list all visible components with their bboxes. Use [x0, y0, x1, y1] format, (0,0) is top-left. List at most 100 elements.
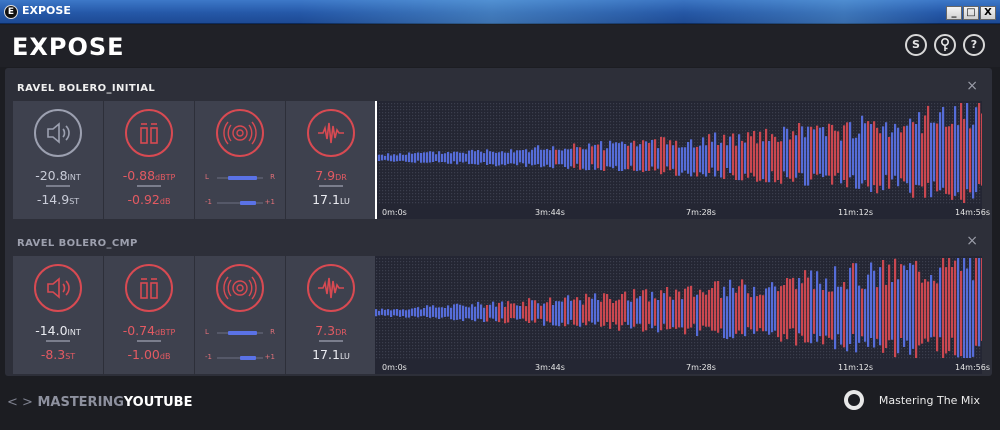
company-name: Mastering The Mix: [878, 394, 980, 407]
track-title: RAVEL BOLERO_INITIAL: [17, 83, 156, 94]
peak-bars-icon: [125, 109, 173, 157]
waveform-icon: [307, 109, 355, 157]
speaker-icon: [34, 264, 82, 312]
width-fill: [228, 176, 258, 180]
short-term-unit: ST: [65, 352, 76, 361]
settings-s-button[interactable]: S: [905, 34, 927, 56]
close-track-button[interactable]: ×: [966, 233, 978, 249]
integrated-unit: INT: [67, 328, 81, 337]
correlation-bar: -1 +1: [205, 198, 275, 208]
loudness-meter[interactable]: -14.0INT -8.3ST: [13, 256, 103, 374]
integrated-unit: INT: [67, 173, 81, 182]
divider: [46, 185, 70, 187]
sample-peak-unit: dB: [159, 352, 171, 361]
stereo-field-icon: [216, 264, 264, 312]
key-button[interactable]: [934, 34, 956, 56]
time-label: 11m:12s: [838, 208, 874, 217]
right-label: R: [270, 173, 275, 181]
time-label: 14m:56s: [955, 363, 991, 372]
lu-value: 17.1: [312, 192, 340, 207]
mastering-label: MASTERING: [37, 395, 124, 410]
sample-peak-value: -0.92: [127, 192, 160, 207]
app-icon: E: [4, 5, 18, 19]
divider: [319, 185, 343, 187]
short-term-loudness: -8.3ST: [13, 347, 103, 362]
integrated-loudness: -14.0INT: [13, 323, 103, 338]
true-peak-value: -0.74: [122, 323, 156, 338]
window-title: EXPOSE: [22, 4, 71, 17]
stereo-meter[interactable]: L R -1 +1: [195, 256, 285, 374]
loudness-timeline-graph[interactable]: 0m:0s 3m:44s 7m:28s 11m:12s 14m:56s: [375, 101, 990, 219]
stereo-meter[interactable]: L R -1 +1: [195, 101, 285, 219]
time-label: 0m:0s: [382, 208, 407, 217]
maximize-button[interactable]: □: [963, 6, 979, 20]
dynamic-range: 7.9DR: [286, 168, 376, 183]
time-label: 7m:28s: [686, 363, 716, 372]
tracks-panel: RAVEL BOLERO_INITIAL × -20.8INT -14.9ST …: [5, 68, 992, 376]
time-label: 0m:0s: [382, 363, 407, 372]
dr-unit: DR: [335, 328, 347, 337]
minimize-button[interactable]: _: [946, 6, 962, 20]
timeline-svg: [375, 101, 982, 219]
width-fill: [228, 331, 258, 335]
lu-unit: LU: [339, 197, 350, 206]
integrated-loudness: -20.8INT: [13, 168, 103, 183]
right-label: R: [270, 328, 275, 336]
sample-peak-unit: dB: [159, 197, 171, 206]
dynamics-meter[interactable]: 7.9DR 17.1LU: [286, 101, 376, 219]
footer: < > MASTERINGYOUTUBE Mastering The Mix: [0, 376, 1000, 430]
left-label: L: [205, 173, 209, 181]
peak-bars-icon: [125, 264, 173, 312]
help-button[interactable]: ?: [963, 34, 985, 56]
sample-peak: -1.00dB: [104, 347, 194, 362]
correlation-bar: -1 +1: [205, 353, 275, 363]
true-peak-unit: dBTP: [155, 328, 176, 337]
stereo-field-icon: [216, 109, 264, 157]
short-term-loudness: -14.9ST: [13, 192, 103, 207]
true-peak: -0.88dBTP: [104, 168, 194, 183]
stereo-width-bar: L R: [205, 328, 275, 338]
track-cmp: RAVEL BOLERO_CMP × -14.0INT -8.3ST -0.74…: [5, 223, 992, 374]
left-label: L: [205, 328, 209, 336]
plus-label: +1: [264, 353, 275, 361]
preset-arrows[interactable]: < >: [7, 395, 33, 410]
dynamic-range: 7.3DR: [286, 323, 376, 338]
time-label: 11m:12s: [838, 363, 874, 372]
app-logo: EXPOSE: [12, 33, 125, 61]
plus-label: +1: [264, 198, 275, 206]
true-peak-value: -0.88: [122, 168, 156, 183]
close-track-button[interactable]: ×: [966, 78, 978, 94]
loudness-timeline-graph[interactable]: 0m:0s 3m:44s 7m:28s 11m:12s 14m:56s: [375, 256, 990, 374]
preset-selector[interactable]: < > MASTERINGYOUTUBE: [7, 395, 192, 410]
time-label: 3m:44s: [535, 208, 565, 217]
peak-meter[interactable]: -0.88dBTP -0.92dB: [104, 101, 194, 219]
lu-value: 17.1: [312, 347, 340, 362]
divider: [137, 340, 161, 342]
loudness-range: 17.1LU: [286, 192, 376, 207]
time-label: 7m:28s: [686, 208, 716, 217]
divider: [46, 340, 70, 342]
short-term-value: -14.9: [36, 192, 70, 207]
waveform-icon: [307, 264, 355, 312]
mastering-the-mix-logo-icon: [844, 390, 864, 410]
dr-value: 7.9: [315, 168, 336, 183]
divider: [137, 185, 161, 187]
minus-label: -1: [205, 353, 212, 361]
dynamics-meter[interactable]: 7.3DR 17.1LU: [286, 256, 376, 374]
time-label: 3m:44s: [535, 363, 565, 372]
peak-meter[interactable]: -0.74dBTP -1.00dB: [104, 256, 194, 374]
loudness-meter[interactable]: -20.8INT -14.9ST: [13, 101, 103, 219]
time-label: 14m:56s: [955, 208, 991, 217]
titlebar-decoration: [300, 0, 940, 24]
sample-peak-value: -1.00: [127, 347, 160, 362]
platform-label: YOUTUBE: [123, 395, 193, 410]
window-titlebar: E EXPOSE _ □ X: [0, 0, 1000, 24]
true-peak-unit: dBTP: [155, 173, 176, 182]
integrated-value: -14.0: [35, 323, 68, 338]
short-term-unit: ST: [69, 197, 80, 206]
close-window-button[interactable]: X: [980, 6, 996, 20]
minus-label: -1: [205, 198, 212, 206]
divider: [319, 340, 343, 342]
sample-peak: -0.92dB: [104, 192, 194, 207]
timeline-svg: [375, 256, 982, 374]
